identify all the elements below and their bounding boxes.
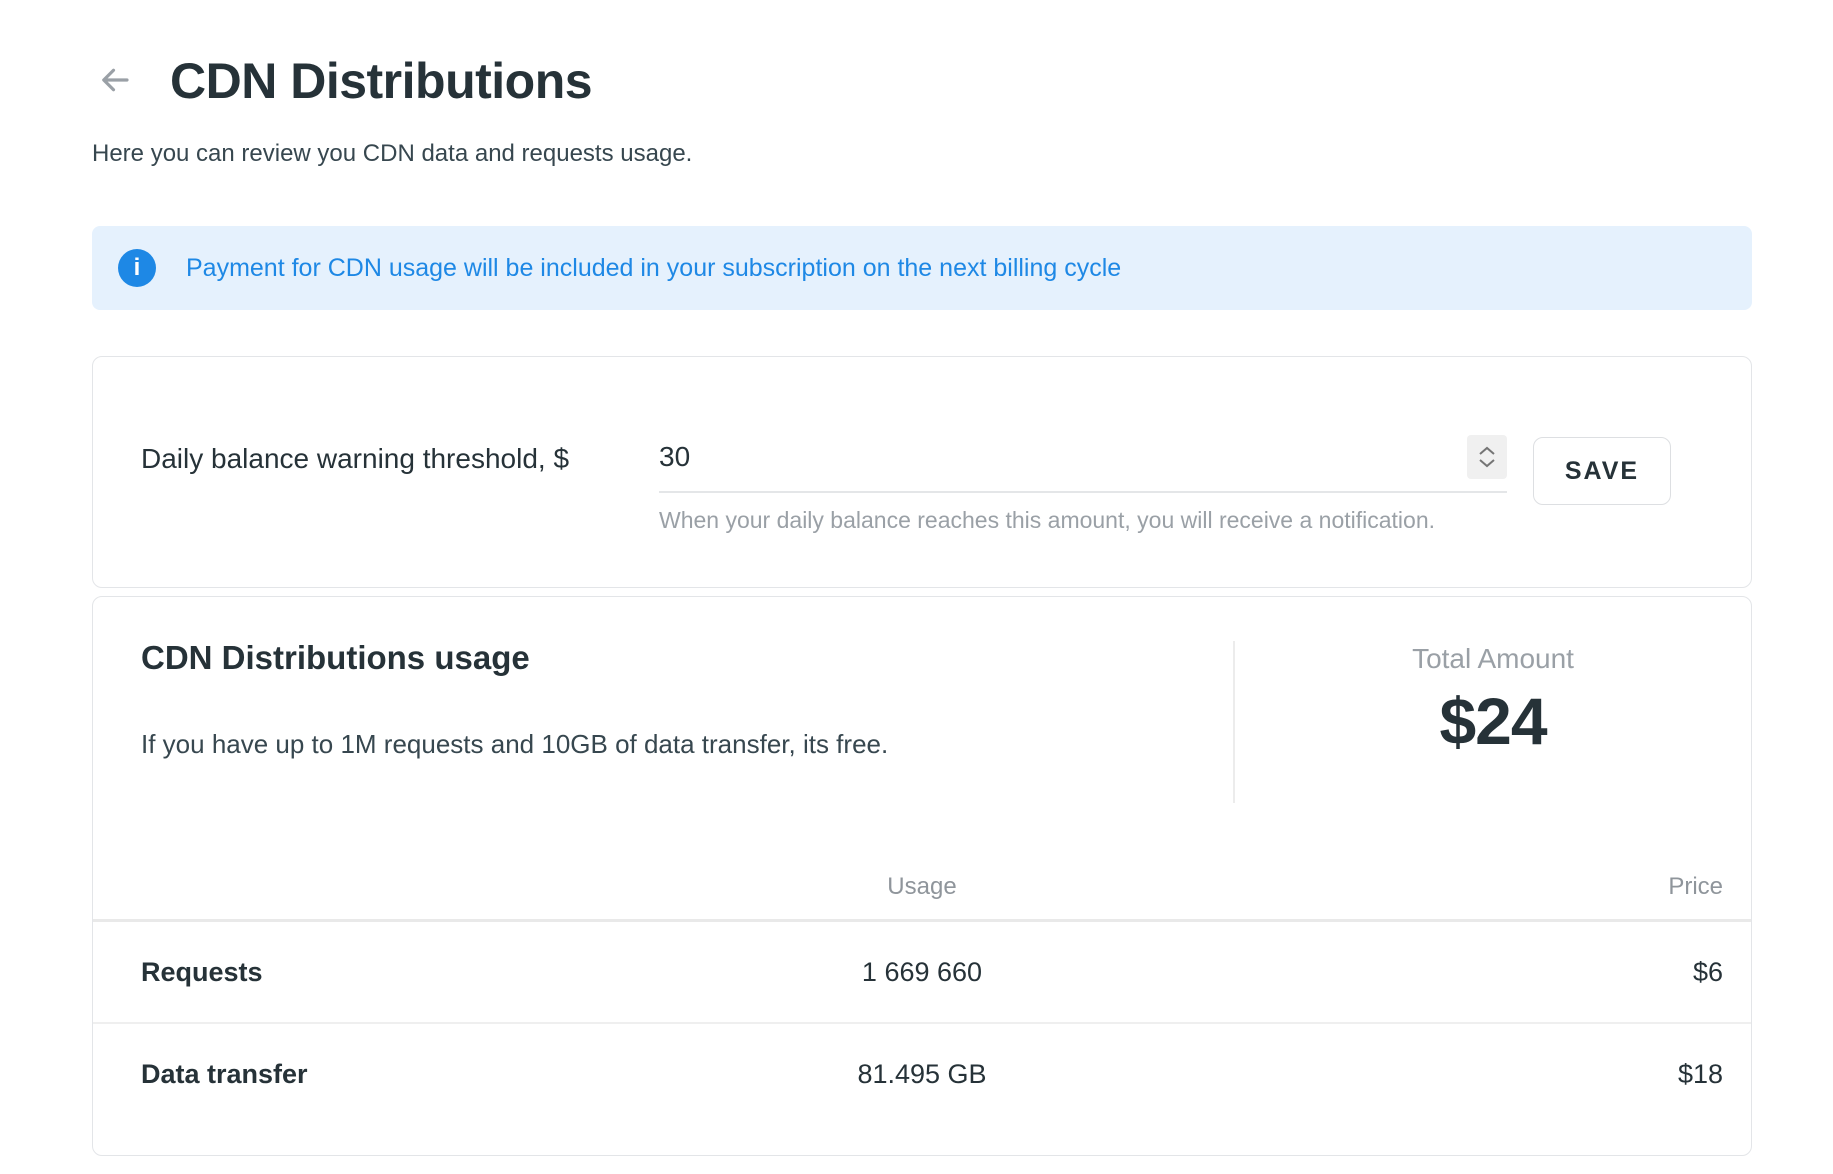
cdn-distributions-page: CDN Distributions Here you can review yo…	[0, 0, 1833, 1174]
threshold-helper-text: When your daily balance reaches this amo…	[659, 507, 1507, 534]
chevron-up-icon[interactable]	[1478, 446, 1496, 456]
total-amount-block: Total Amount $24	[1235, 597, 1751, 803]
table-header-row: Usage Price	[93, 855, 1751, 922]
threshold-label: Daily balance warning threshold, $	[141, 435, 659, 475]
save-button[interactable]: SAVE	[1533, 437, 1671, 505]
threshold-card: Daily balance warning threshold, $	[92, 356, 1752, 588]
info-icon: i	[118, 249, 156, 287]
page-title: CDN Distributions	[170, 52, 592, 110]
threshold-input-line	[659, 435, 1507, 493]
total-amount-value: $24	[1235, 683, 1751, 759]
row-name: Requests	[93, 957, 646, 988]
usage-card-top: CDN Distributions usage If you have up t…	[93, 597, 1751, 803]
billing-info-text: Payment for CDN usage will be included i…	[186, 254, 1121, 283]
table-header-price: Price	[1198, 873, 1751, 901]
page-subtitle: Here you can review you CDN data and req…	[92, 140, 1752, 168]
usage-card-left: CDN Distributions usage If you have up t…	[93, 597, 1233, 803]
usage-table: Usage Price Requests 1 669 660 $6 Data t…	[93, 855, 1751, 1124]
chevron-down-icon[interactable]	[1478, 458, 1496, 468]
table-row-data-transfer: Data transfer 81.495 GB $18	[93, 1022, 1751, 1124]
usage-title: CDN Distributions usage	[141, 639, 1233, 677]
row-usage: 81.495 GB	[646, 1059, 1199, 1090]
threshold-input[interactable]	[659, 441, 1467, 473]
page-header: CDN Distributions	[92, 52, 1752, 110]
row-price: $18	[1198, 1059, 1751, 1090]
usage-card: CDN Distributions usage If you have up t…	[92, 596, 1752, 1156]
arrow-left-icon	[97, 62, 133, 101]
billing-info-banner: i Payment for CDN usage will be included…	[92, 226, 1752, 310]
usage-description: If you have up to 1M requests and 10GB o…	[141, 729, 1233, 760]
table-row-requests: Requests 1 669 660 $6	[93, 922, 1751, 1022]
table-header-usage: Usage	[646, 873, 1199, 901]
row-price: $6	[1198, 957, 1751, 988]
threshold-row: Daily balance warning threshold, $	[141, 435, 1671, 534]
row-name: Data transfer	[93, 1059, 646, 1090]
quantity-stepper[interactable]	[1467, 435, 1507, 479]
back-button[interactable]	[92, 58, 138, 104]
threshold-input-wrap: When your daily balance reaches this amo…	[659, 435, 1507, 534]
row-usage: 1 669 660	[646, 957, 1199, 988]
total-amount-label: Total Amount	[1235, 643, 1751, 675]
